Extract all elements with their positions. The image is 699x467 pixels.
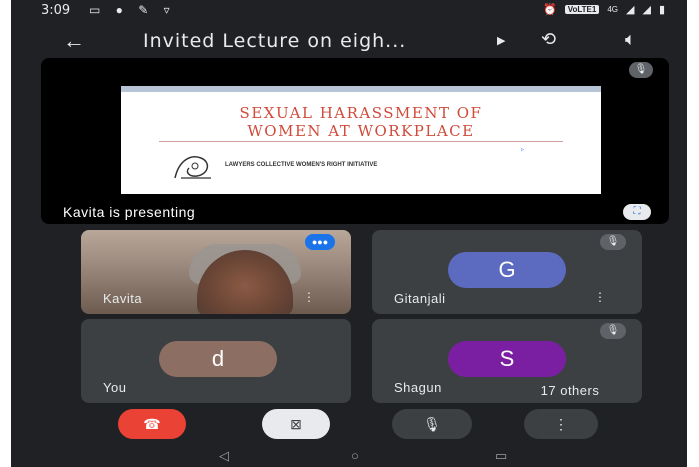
- more-vert-icon: ⋮: [554, 416, 568, 432]
- participant-name: You: [103, 380, 127, 395]
- mic-icon: 🎙︎: [423, 416, 441, 432]
- nav-home-icon[interactable]: ○: [351, 448, 359, 463]
- presenter-label: Kavita is presenting: [63, 204, 196, 220]
- more-options-button[interactable]: ⋮: [524, 409, 598, 439]
- others-count-badge[interactable]: 17 others: [500, 381, 640, 401]
- network-label: 4G: [607, 5, 618, 14]
- mic-off-icon: 🎙︎: [600, 323, 626, 339]
- nav-recents-icon[interactable]: ▭: [495, 448, 507, 464]
- avatar: S: [448, 341, 566, 377]
- mic-off-icon: 🎙︎: [629, 62, 653, 78]
- slide-title: SEXUAL HARASSMENT OF WOMEN AT WORKPLACE: [121, 104, 601, 140]
- alarm-icon: ⏰: [543, 4, 557, 16]
- slide-title-line2: WOMEN AT WORKPLACE: [247, 122, 475, 140]
- participant-name: Kavita: [103, 291, 143, 306]
- speaking-indicator-icon: ●●●: [305, 234, 335, 250]
- slide-header-bar: [121, 86, 601, 92]
- phone-screen: 3:09 ▭ ● ✎ ▿ ⏰ VoLTE1 4G ◢ ◢ ▮ ← Invited…: [11, 0, 687, 467]
- hang-up-icon: ☎: [143, 416, 161, 432]
- camera-off-icon: ⊠: [290, 416, 302, 432]
- more-options-icon[interactable]: ⋮: [594, 290, 606, 304]
- mic-off-icon: 🎙︎: [600, 234, 626, 250]
- meeting-title[interactable]: Invited Lecture on eigh...: [143, 30, 406, 52]
- expand-arrow-icon[interactable]: ▶: [497, 34, 505, 47]
- notification-icons: ▭ ● ✎ ▿: [89, 3, 176, 17]
- signal-icon: ◢: [626, 4, 635, 16]
- volte-badge: VoLTE1: [564, 5, 600, 14]
- participant-tile-gitanjali[interactable]: 🎙︎ G Gitanjali ⋮: [372, 230, 642, 314]
- shared-slide: SEXUAL HARASSMENT OF WOMEN AT WORKPLACE …: [121, 86, 601, 194]
- switch-camera-icon[interactable]: ⟲: [541, 29, 556, 50]
- speaker-icon[interactable]: 🔈︎: [625, 29, 636, 50]
- end-call-button[interactable]: ☎: [118, 409, 186, 439]
- fullscreen-icon[interactable]: ⛶: [623, 204, 651, 220]
- status-right-icons: ⏰ VoLTE1 4G ◢ ◢ ▮: [543, 3, 665, 16]
- slide-title-line1: SEXUAL HARASSMENT OF: [239, 104, 483, 122]
- microphone-button[interactable]: 🎙︎: [392, 409, 472, 439]
- status-bar: 3:09 ▭ ● ✎ ▿ ⏰ VoLTE1 4G ◢ ◢ ▮: [11, 0, 687, 22]
- avatar: G: [448, 252, 566, 288]
- battery-icon: ▮: [658, 4, 665, 16]
- participant-name: Shagun: [394, 380, 442, 395]
- app-bar: ← Invited Lecture on eigh... ▶ ⟲ 🔈︎: [11, 24, 687, 60]
- camera-toggle-button[interactable]: ⊠: [262, 409, 330, 439]
- avatar: d: [159, 341, 277, 377]
- slide-org-name: LAWYERS COLLECTIVE WOMEN'S RIGHT INITIAT…: [225, 162, 378, 168]
- status-time: 3:09: [41, 3, 71, 18]
- participant-tile-kavita[interactable]: ●●● Kavita ⋮: [81, 230, 351, 314]
- slide-divider: [159, 141, 563, 142]
- participant-tile-you[interactable]: d You: [81, 319, 351, 403]
- back-arrow-icon[interactable]: ←: [63, 28, 85, 54]
- participant-name: Gitanjali: [394, 291, 446, 306]
- cursor-icon: ▹: [521, 147, 525, 153]
- android-nav-bar: ◁ ○ ▭: [11, 446, 687, 467]
- more-options-icon[interactable]: ⋮: [303, 290, 315, 304]
- presentation-tile[interactable]: SEXUAL HARASSMENT OF WOMEN AT WORKPLACE …: [41, 58, 669, 224]
- org-logo-icon: [174, 156, 211, 179]
- signal-2-icon: ◢: [642, 4, 651, 16]
- nav-back-icon[interactable]: ◁: [219, 448, 229, 464]
